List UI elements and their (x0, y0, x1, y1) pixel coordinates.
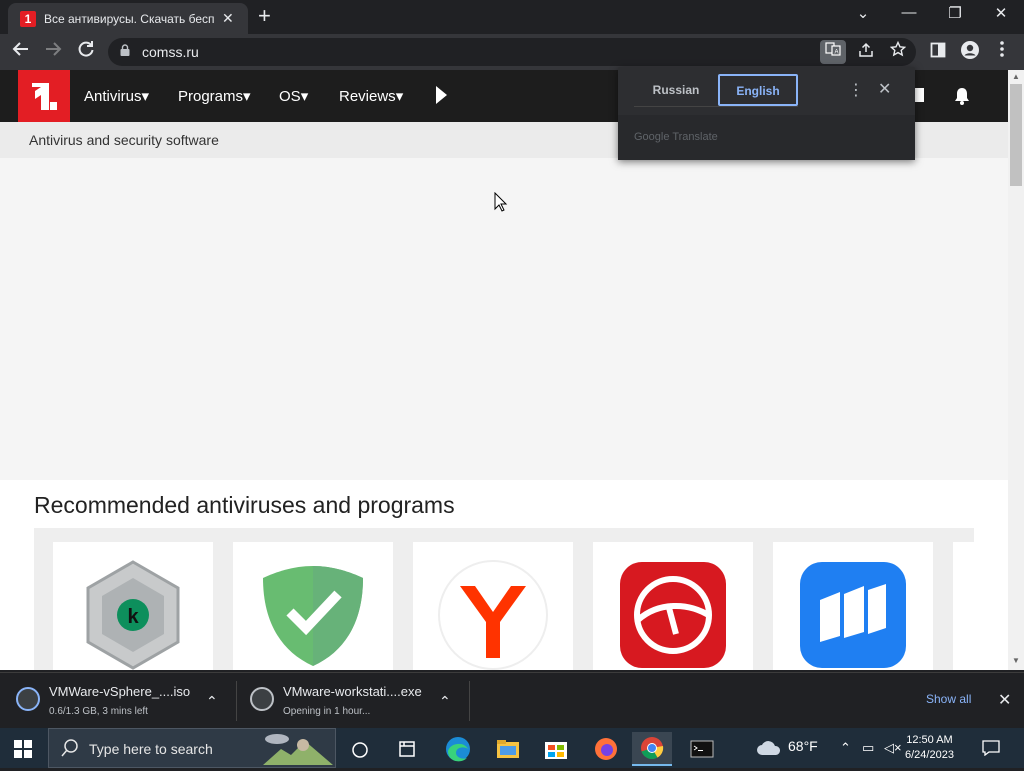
search-highlight-illustration-icon (263, 734, 333, 765)
bell-icon[interactable] (952, 86, 972, 106)
restore-button[interactable]: ❐ (940, 4, 970, 22)
taskbar-clock[interactable]: 12:50 AM 6/24/2023 (905, 733, 954, 763)
browser-titlebar: 1 Все антивирусы. Скачать беспла ✕ + ⌄ —… (0, 0, 1024, 34)
notification-center-icon[interactable] (982, 740, 1000, 756)
translate-divider (634, 106, 798, 107)
show-hidden-icons-chevron-icon[interactable]: ⌃ (840, 740, 851, 756)
show-all-downloads-button[interactable]: Show all (926, 692, 971, 706)
tab-title: Все антивирусы. Скачать беспла (44, 11, 214, 26)
nav-os[interactable]: OS▾ (279, 87, 308, 105)
translate-options-icon[interactable]: ⋮ (848, 80, 864, 100)
task-view-icon[interactable] (342, 732, 382, 766)
nav-reviews[interactable]: Reviews▾ (339, 87, 403, 105)
scroll-down-icon[interactable]: ▼ (1012, 656, 1020, 665)
volume-muted-icon[interactable]: ◁× (884, 740, 902, 756)
translate-source-lang[interactable]: Russian (634, 75, 718, 105)
clock-time: 12:50 AM (906, 734, 953, 746)
download-filename: VMware-workstati....exe (283, 684, 422, 699)
app-card[interactable] (773, 542, 933, 670)
network-icon[interactable]: ▭ (862, 740, 874, 756)
search-icon (61, 739, 78, 757)
yandex-browser-card[interactable] (413, 542, 573, 670)
download-status: 0.6/1.3 GB, 3 mins left (49, 706, 148, 717)
translate-target-lang[interactable]: English (718, 74, 798, 106)
browser-tab[interactable]: 1 Все антивирусы. Скачать беспла ✕ (8, 3, 248, 34)
scroll-up-icon[interactable]: ▲ (1012, 72, 1020, 81)
google-translate-label: Google Translate (634, 131, 718, 143)
close-window-button[interactable]: ✕ (986, 4, 1016, 22)
mouse-cursor-icon (494, 192, 508, 212)
chrome-icon[interactable] (632, 732, 672, 766)
terminal-icon[interactable] (682, 732, 722, 766)
scrollbar-thumb[interactable] (1010, 84, 1022, 186)
site-logo[interactable] (18, 70, 70, 122)
clock-date: 6/24/2023 (905, 749, 954, 761)
back-icon[interactable] (9, 40, 33, 64)
weather-temperature[interactable]: 68°F (788, 738, 818, 754)
search-placeholder: Type here to search (89, 741, 213, 757)
translate-close-icon[interactable]: ✕ (878, 79, 891, 99)
page-scrollbar[interactable]: ▲ ▼ (1008, 70, 1024, 670)
adguard-shield-icon (263, 566, 363, 666)
download-shelf: VMWare-vSphere_....iso 0.6/1.3 GB, 3 min… (0, 672, 1024, 728)
trend-micro-icon (620, 562, 726, 668)
side-panel-icon[interactable] (926, 40, 950, 64)
lock-icon[interactable] (120, 44, 130, 56)
nav-more-arrow-icon[interactable] (436, 86, 447, 104)
tab-search-dropdown-icon[interactable]: ⌄ (848, 4, 878, 22)
download-item[interactable]: VMware-workstati....exe Opening in 1 hou… (234, 673, 468, 729)
address-bar[interactable]: comss.ru A (108, 38, 916, 66)
adguard-card[interactable] (233, 542, 393, 670)
kaspersky-card[interactable]: k (53, 542, 213, 670)
edge-icon[interactable] (438, 732, 478, 766)
cloud-weather-icon[interactable] (756, 739, 782, 757)
partial-card[interactable] (953, 542, 974, 670)
share-icon[interactable] (854, 40, 878, 64)
yandex-icon (438, 560, 548, 670)
download-divider (469, 681, 470, 721)
forward-icon[interactable] (41, 40, 65, 64)
trend-micro-card[interactable] (593, 542, 753, 670)
translate-icon[interactable]: A (820, 40, 846, 64)
iso-file-icon (16, 687, 40, 711)
nav-antivirus[interactable]: Antivirus▾ (84, 87, 149, 105)
taskbar-search-box[interactable]: Type here to search (48, 728, 336, 768)
widgets-icon[interactable] (388, 732, 428, 766)
reload-icon[interactable] (74, 40, 98, 64)
recommended-carousel: k (34, 528, 974, 670)
windows-start-icon[interactable] (14, 740, 32, 758)
app-logo-icon (800, 562, 906, 668)
profile-avatar-icon[interactable] (958, 40, 982, 66)
site-favicon: 1 (20, 10, 36, 27)
recommended-title: Recommended antiviruses and programs (34, 492, 455, 518)
exe-file-icon (250, 687, 274, 711)
file-explorer-icon[interactable] (488, 732, 528, 766)
recommended-section: Recommended antiviruses and programs k (0, 480, 1008, 670)
bookmark-star-icon[interactable] (886, 39, 910, 63)
microsoft-store-icon[interactable] (536, 732, 576, 766)
firefox-icon[interactable] (586, 732, 626, 766)
nav-programs[interactable]: Programs▾ (178, 87, 251, 105)
svg-text:A: A (835, 50, 839, 56)
new-tab-button[interactable]: + (258, 5, 271, 27)
minimize-button[interactable]: — (894, 4, 924, 21)
download-status: Opening in 1 hour... (283, 706, 371, 717)
svg-text:k: k (127, 606, 139, 628)
browser-toolbar: comss.ru A (0, 34, 1024, 70)
subheader-text: Antivirus and security software (29, 132, 219, 148)
translate-popup: Russian English ⋮ ✕ Google Translate (618, 67, 915, 160)
windows-taskbar: Type here to search 68°F ⌃ ▭ ◁× 12:50 AM… (0, 728, 1024, 768)
url-text[interactable]: comss.ru (142, 44, 199, 60)
chevron-up-icon[interactable]: ⌃ (206, 693, 218, 710)
download-item[interactable]: VMWare-vSphere_....iso 0.6/1.3 GB, 3 min… (0, 673, 234, 729)
download-filename: VMWare-vSphere_....iso (49, 684, 191, 699)
kaspersky-icon: k (86, 560, 180, 670)
tab-close-icon[interactable]: ✕ (222, 10, 234, 27)
web-page: Antivirus▾ Programs▾ OS▾ Reviews▾ Antivi… (0, 70, 1008, 670)
close-download-shelf-icon[interactable]: ✕ (998, 690, 1011, 710)
translate-footer: Google Translate (618, 115, 915, 160)
browser-menu-icon[interactable] (990, 40, 1014, 64)
chevron-up-icon[interactable]: ⌃ (439, 693, 451, 710)
